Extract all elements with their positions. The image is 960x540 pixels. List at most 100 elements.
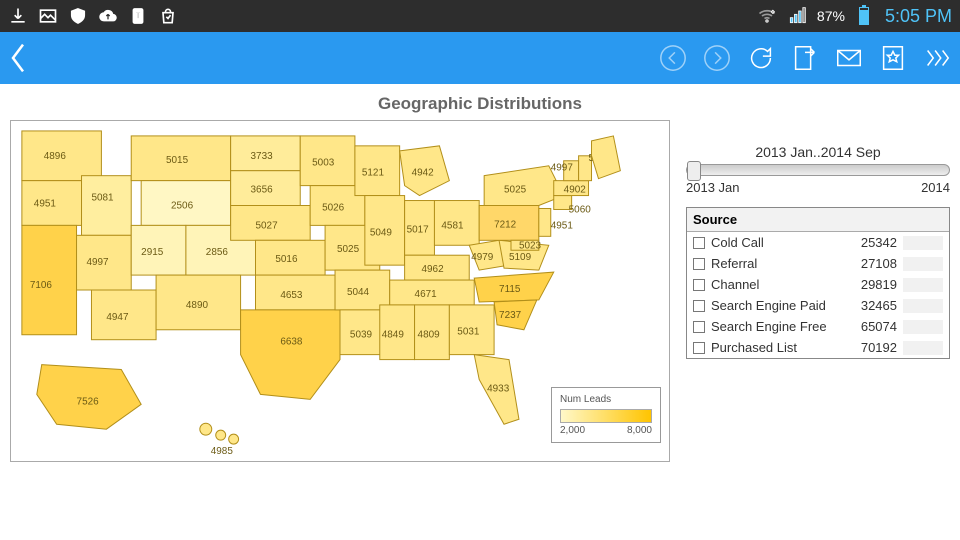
svg-text:4997: 4997	[86, 257, 109, 268]
row-name: Purchased List	[711, 340, 843, 355]
report-content: Geographic Distributions 4896 4951 7106 …	[0, 84, 960, 540]
signal-icon	[787, 6, 807, 26]
svg-text:5015: 5015	[166, 155, 189, 166]
nav-back-icon[interactable]	[658, 43, 688, 73]
nav-forward-icon[interactable]	[702, 43, 732, 73]
slider-start: 2013 Jan	[686, 180, 740, 195]
svg-text:4942: 4942	[412, 168, 435, 179]
legend-title: Num Leads	[560, 394, 652, 405]
svg-text:5044: 5044	[347, 287, 370, 298]
legend-min: 2,000	[560, 425, 585, 436]
row-bar	[903, 278, 943, 292]
svg-text:4947: 4947	[106, 312, 129, 323]
page-title: Geographic Distributions	[0, 84, 960, 120]
android-status-bar: T 87% 5:05 PM	[0, 0, 960, 32]
svg-text:4962: 4962	[422, 264, 445, 275]
map-legend: Num Leads 2,0008,000	[551, 387, 661, 443]
svg-text:5049: 5049	[370, 227, 393, 238]
time-slider[interactable]: 2013 Jan..2014 Sep 2013 Jan 2014	[686, 120, 950, 195]
svg-text:4951: 4951	[34, 198, 57, 209]
svg-text:4653: 4653	[280, 290, 303, 301]
bookmark-icon[interactable]	[878, 43, 908, 73]
battery-icon	[855, 7, 869, 25]
checkbox[interactable]	[693, 321, 705, 333]
svg-text:7237: 7237	[499, 310, 522, 321]
svg-text:5025: 5025	[337, 244, 360, 255]
svg-text:5039: 5039	[350, 330, 373, 341]
svg-text:5060: 5060	[569, 204, 592, 215]
row-name: Channel	[711, 277, 843, 292]
slider-thumb[interactable]	[687, 161, 701, 181]
table-row[interactable]: Referral27108	[687, 253, 949, 274]
svg-text:3656: 3656	[251, 185, 274, 196]
svg-text:5031: 5031	[457, 327, 480, 338]
clock: 5:05 PM	[885, 6, 952, 27]
download-icon	[8, 6, 28, 26]
shield-icon	[68, 6, 88, 26]
back-button[interactable]	[8, 41, 28, 75]
svg-text:4979: 4979	[471, 252, 494, 263]
row-bar	[903, 341, 943, 355]
gallery-icon	[38, 6, 58, 26]
svg-text:4997: 4997	[551, 163, 574, 174]
row-name: Search Engine Free	[711, 319, 843, 334]
checkbox[interactable]	[693, 300, 705, 312]
svg-text:7106: 7106	[30, 280, 53, 291]
table-row[interactable]: Channel 29819	[687, 274, 949, 295]
app-toolbar	[0, 32, 960, 84]
legend-gradient	[560, 409, 652, 423]
svg-text:4933: 4933	[487, 383, 510, 394]
row-bar	[903, 320, 943, 334]
row-name: Cold Call	[711, 235, 843, 250]
svg-text:5121: 5121	[362, 168, 385, 179]
svg-text:7526: 7526	[77, 396, 100, 407]
svg-text:4951: 4951	[551, 220, 574, 231]
table-row[interactable]: Cold Call 25342	[687, 232, 949, 253]
table-row[interactable]: Purchased List70192	[687, 337, 949, 358]
table-header: Source	[687, 208, 949, 232]
svg-text:4896: 4896	[44, 151, 67, 162]
svg-text:4849: 4849	[382, 330, 405, 341]
svg-text:6638: 6638	[280, 337, 303, 348]
checkbox[interactable]	[693, 258, 705, 270]
slider-range-label: 2013 Jan..2014 Sep	[686, 144, 950, 160]
row-value: 27108	[849, 256, 897, 271]
table-row[interactable]: Search Engine Free 65074	[687, 316, 949, 337]
svg-text:4902: 4902	[564, 185, 587, 196]
svg-text:5025: 5025	[504, 185, 527, 196]
source-table: Source Cold Call25342Referral27108Channe…	[686, 207, 950, 359]
row-bar	[903, 257, 943, 271]
svg-text:7115: 7115	[499, 284, 521, 295]
slider-end: 2014	[921, 180, 950, 195]
svg-text:5026: 5026	[322, 202, 345, 213]
row-bar	[903, 236, 943, 250]
svg-text:5003: 5003	[312, 158, 335, 169]
more-icon[interactable]	[922, 43, 952, 73]
checkbox[interactable]	[693, 279, 705, 291]
svg-text:5023: 5023	[519, 240, 542, 251]
battery-percent: 87%	[817, 8, 845, 24]
row-value: 32465	[849, 298, 897, 313]
row-bar	[903, 299, 943, 313]
checkbox[interactable]	[693, 237, 705, 249]
checkbox[interactable]	[693, 342, 705, 354]
table-row[interactable]: Search Engine Paid32465	[687, 295, 949, 316]
svg-text:4985: 4985	[211, 446, 234, 457]
svg-text:4890: 4890	[186, 300, 209, 311]
slider-track[interactable]	[686, 164, 950, 176]
row-value: 25342	[849, 235, 897, 250]
us-map[interactable]: 4896 4951 7106 5081 4997 4947 5015 2506 …	[10, 120, 670, 462]
svg-text:5017: 5017	[407, 224, 430, 235]
mail-icon[interactable]	[834, 43, 864, 73]
refresh-icon[interactable]	[746, 43, 776, 73]
shop-icon	[158, 6, 178, 26]
wifi-icon	[757, 6, 777, 26]
export-icon[interactable]	[790, 43, 820, 73]
svg-text:5081: 5081	[91, 193, 114, 204]
svg-text:2915: 2915	[141, 247, 164, 258]
t-app-icon: T	[128, 6, 148, 26]
row-value: 65074	[849, 319, 897, 334]
svg-text:2856: 2856	[206, 247, 229, 258]
svg-text:4671: 4671	[415, 289, 438, 300]
row-value: 29819	[849, 277, 897, 292]
